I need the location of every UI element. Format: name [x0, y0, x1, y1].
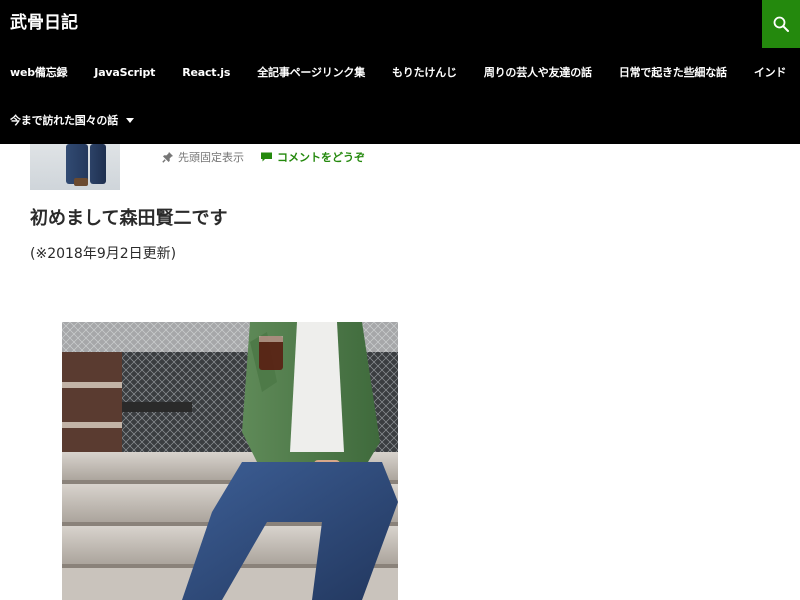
thumbnail-figure-leg [90, 144, 106, 184]
comments-label: コメントをどうぞ [277, 151, 365, 164]
entry-meta: 先頭固定表示 コメントをどうぞ [162, 149, 365, 165]
nav-item-reactjs[interactable]: React.js [172, 66, 230, 79]
comments-link[interactable]: コメントをどうぞ [260, 149, 365, 165]
nav-item-friends[interactable]: 周りの芸人や友達の話 [474, 64, 592, 80]
primary-nav-row-1: web備忘録 JavaScript React.js 全記事ページリンク集 もり… [0, 48, 800, 96]
nav-item-india[interactable]: インド [744, 64, 787, 80]
photo-illustration [62, 322, 398, 600]
caret-down-icon [126, 117, 134, 123]
nav-item-all-articles[interactable]: 全記事ページリンク集 [247, 64, 365, 80]
sticky-post-indicator: 先頭固定表示 [162, 149, 244, 165]
pin-icon [162, 152, 173, 163]
search-icon [773, 16, 789, 32]
nav-item-daily[interactable]: 日常で起きた些細な話 [609, 64, 727, 80]
site-header: 武骨日記 web備忘録 JavaScript React.js 全記事ページリン… [0, 0, 800, 144]
primary-nav-row-2: 今まで訪れた国々の話 [0, 96, 151, 144]
thumbnail-figure-shoe [74, 178, 88, 186]
comment-icon [261, 152, 272, 162]
search-button[interactable] [762, 0, 800, 48]
sticky-label: 先頭固定表示 [178, 151, 244, 164]
nav-item-web-memo[interactable]: web備忘録 [0, 64, 67, 80]
nav-item-javascript[interactable]: JavaScript [84, 66, 155, 79]
post-title[interactable]: 初めまして森田賢二です [30, 206, 227, 232]
update-note: (※2018年9月2日更新) [30, 246, 177, 262]
nav-item-countries[interactable]: 今まで訪れた国々の話 [0, 112, 134, 128]
featured-photo [62, 322, 398, 600]
site-title[interactable]: 武骨日記 [10, 11, 78, 35]
nav-item-countries-label: 今まで訪れた国々の話 [10, 114, 118, 127]
nav-item-morita-kenji[interactable]: もりたけんじ [382, 64, 457, 80]
